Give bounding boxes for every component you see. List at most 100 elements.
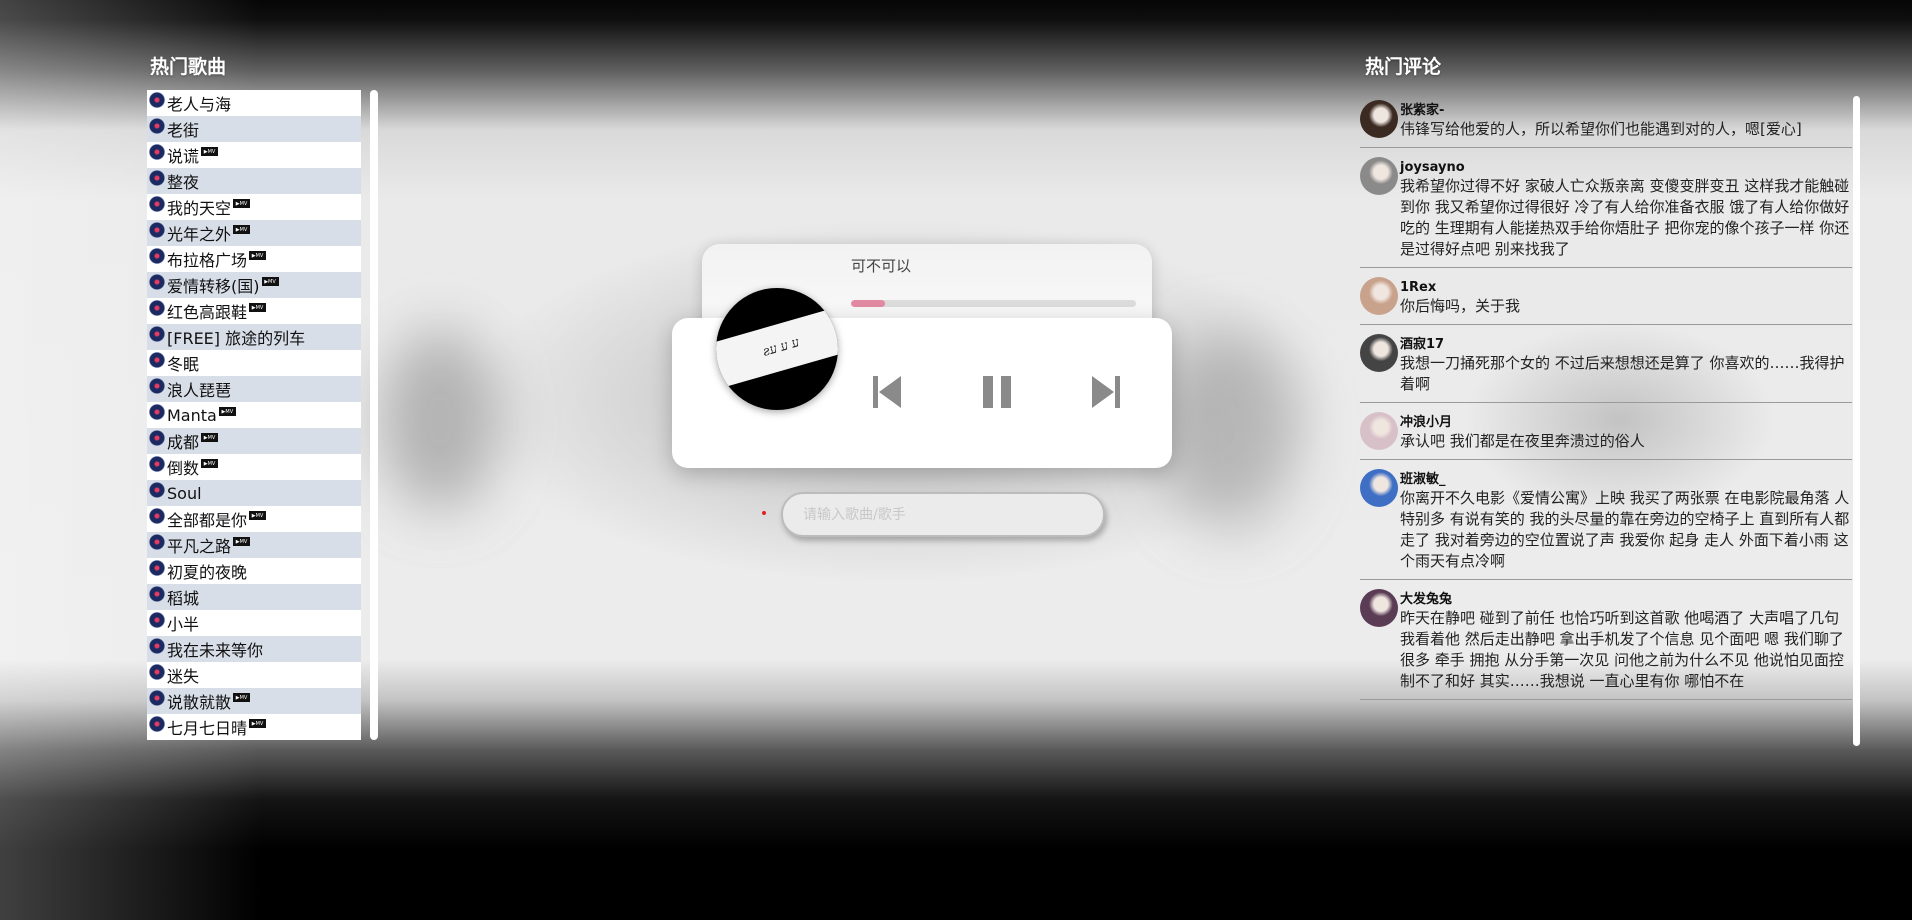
song-list-scrollbar[interactable] [370,90,378,740]
comment-username[interactable]: joysayno [1400,155,1852,176]
disc-icon [149,222,165,238]
song-item[interactable]: Manta [147,402,361,428]
mv-icon[interactable] [261,276,279,286]
mv-icon[interactable] [233,692,251,702]
disc-icon [149,352,165,368]
song-item[interactable]: 冬眠 [147,350,361,376]
comment-item: 大发兔兔 昨天在静吧 碰到了前任 也恰巧听到这首歌 他喝酒了 大声唱了几句 我看着… [1360,587,1852,700]
avatar[interactable] [1360,334,1398,372]
song-item[interactable]: 稻城 [147,584,361,610]
hot-songs-title: 热门歌曲 [150,56,227,78]
song-item[interactable]: 迷失 [147,662,361,688]
song-item[interactable]: [FREE] 旅途的列车 [147,324,361,350]
disc-icon [149,326,165,342]
comment-item: 酒寂17 我想一刀捅死那个女的 不过后来想想还是算了 你喜欢的……我得护着啊 [1360,332,1852,403]
song-name: 小半 [167,615,200,634]
song-item[interactable]: 倒数 [147,454,361,480]
comment-username[interactable]: 酒寂17 [1400,332,1852,353]
disc-icon [149,300,165,316]
song-item[interactable]: 老街 [147,116,361,142]
progress-fill [851,300,886,307]
song-item[interactable]: 成都 [147,428,361,454]
song-item[interactable]: 平凡之路 [147,532,361,558]
song-name: [FREE] 旅途的列车 [167,329,306,348]
comment-username[interactable]: 班淑敏_ [1400,467,1852,488]
comment-item: joysayno 我希望你过得不好 家破人亡众叛亲离 变傻变胖变丑 这样我才能触碰… [1360,155,1852,268]
avatar[interactable] [1360,412,1398,450]
previous-button[interactable] [870,373,904,411]
comment-text: 昨天在静吧 碰到了前任 也恰巧听到这首歌 他喝酒了 大声唱了几句 我看着他 然后… [1400,609,1844,690]
mv-icon[interactable] [201,146,219,156]
comment-item: 班淑敏_ 你离开不久电影《爱情公寓》上映 我买了两张票 在电影院最角落 人特别多 … [1360,467,1852,580]
disc-icon [149,404,165,420]
song-list[interactable]: 老人与海老街说谎整夜我的天空光年之外布拉格广场爱情转移(国) 红色高跟鞋 [FREE… [147,90,361,740]
song-item[interactable]: 光年之外 [147,220,361,246]
album-art-text: ƨע ע ע [761,335,801,360]
song-item[interactable]: 七月七日晴 [147,714,361,740]
mv-icon[interactable] [233,224,251,234]
song-name: Manta [167,405,217,425]
song-name: 红色高跟鞋 [167,303,248,322]
comment-list-scrollbar[interactable] [1853,96,1860,746]
disc-icon [149,248,165,264]
comment-item: 张紫家- 伟锋写给他爱的人，所以希望你们也能遇到对的人，嗯[爱心] [1360,98,1852,148]
mv-icon[interactable] [249,302,267,312]
song-item[interactable]: 小半 [147,610,361,636]
mv-icon[interactable] [233,536,251,546]
song-item[interactable]: 说谎 [147,142,361,168]
comment-username[interactable]: 大发兔兔 [1400,587,1852,608]
song-item[interactable]: 说散就散 [147,688,361,714]
disc-icon [149,690,165,706]
disc-icon [149,716,165,732]
avatar[interactable] [1360,469,1398,507]
song-name: 光年之外 [167,225,232,244]
next-button[interactable] [1089,373,1123,411]
comment-username[interactable]: 张紫家- [1400,98,1852,119]
album-disc: ƨע ע ע [716,288,838,410]
now-playing-title: 可不可以 [851,257,912,275]
song-item[interactable]: 布拉格广场 [147,246,361,272]
pause-button[interactable] [980,373,1014,411]
comment-text: 承认吧 我们都是在夜里奔溃过的俗人 [1400,432,1645,450]
disc-icon [149,274,165,290]
skip-previous-icon [873,376,901,408]
song-name: 倒数 [167,459,200,478]
song-item[interactable]: 红色高跟鞋 [147,298,361,324]
song-name: 布拉格广场 [167,251,248,270]
comment-list[interactable]: 张紫家- 伟锋写给他爱的人，所以希望你们也能遇到对的人，嗯[爱心] joysayno… [1360,98,1852,748]
song-item[interactable]: 初夏的夜晚 [147,558,361,584]
song-name: 冬眠 [167,355,200,374]
mv-icon[interactable] [218,406,236,416]
avatar[interactable] [1360,589,1398,627]
song-item[interactable]: 全部都是你 [147,506,361,532]
song-item[interactable]: 我在未来等你 [147,636,361,662]
mv-icon[interactable] [249,718,267,728]
mv-icon[interactable] [249,510,267,520]
comment-username[interactable]: 冲浪小月 [1400,410,1852,431]
disc-icon [149,144,165,160]
pause-icon [983,376,1011,408]
song-item[interactable]: 浪人琵琶 [147,376,361,402]
song-item[interactable]: 爱情转移(国) [147,272,361,298]
song-name: Soul [167,483,202,503]
mv-icon[interactable] [249,250,267,260]
song-item[interactable]: Soul [147,480,361,506]
mv-icon[interactable] [201,432,219,442]
comment-username[interactable]: 1Rex [1400,275,1852,296]
avatar[interactable] [1360,100,1398,138]
mv-icon[interactable] [201,458,219,468]
song-item[interactable]: 老人与海 [147,90,361,116]
hot-comments-title: 热门评论 [1365,56,1442,78]
song-name: 老人与海 [167,95,232,114]
comment-text: 我想一刀捅死那个女的 不过后来想想还是算了 你喜欢的……我得护着啊 [1400,354,1845,393]
search-input[interactable] [781,492,1105,537]
song-name: 迷失 [167,667,200,686]
avatar[interactable] [1360,157,1398,195]
progress-bar[interactable] [851,300,1136,307]
avatar[interactable] [1360,277,1398,315]
song-item[interactable]: 我的天空 [147,194,361,220]
disc-icon [149,118,165,134]
mv-icon[interactable] [233,198,251,208]
song-item[interactable]: 整夜 [147,168,361,194]
disc-icon [149,560,165,576]
